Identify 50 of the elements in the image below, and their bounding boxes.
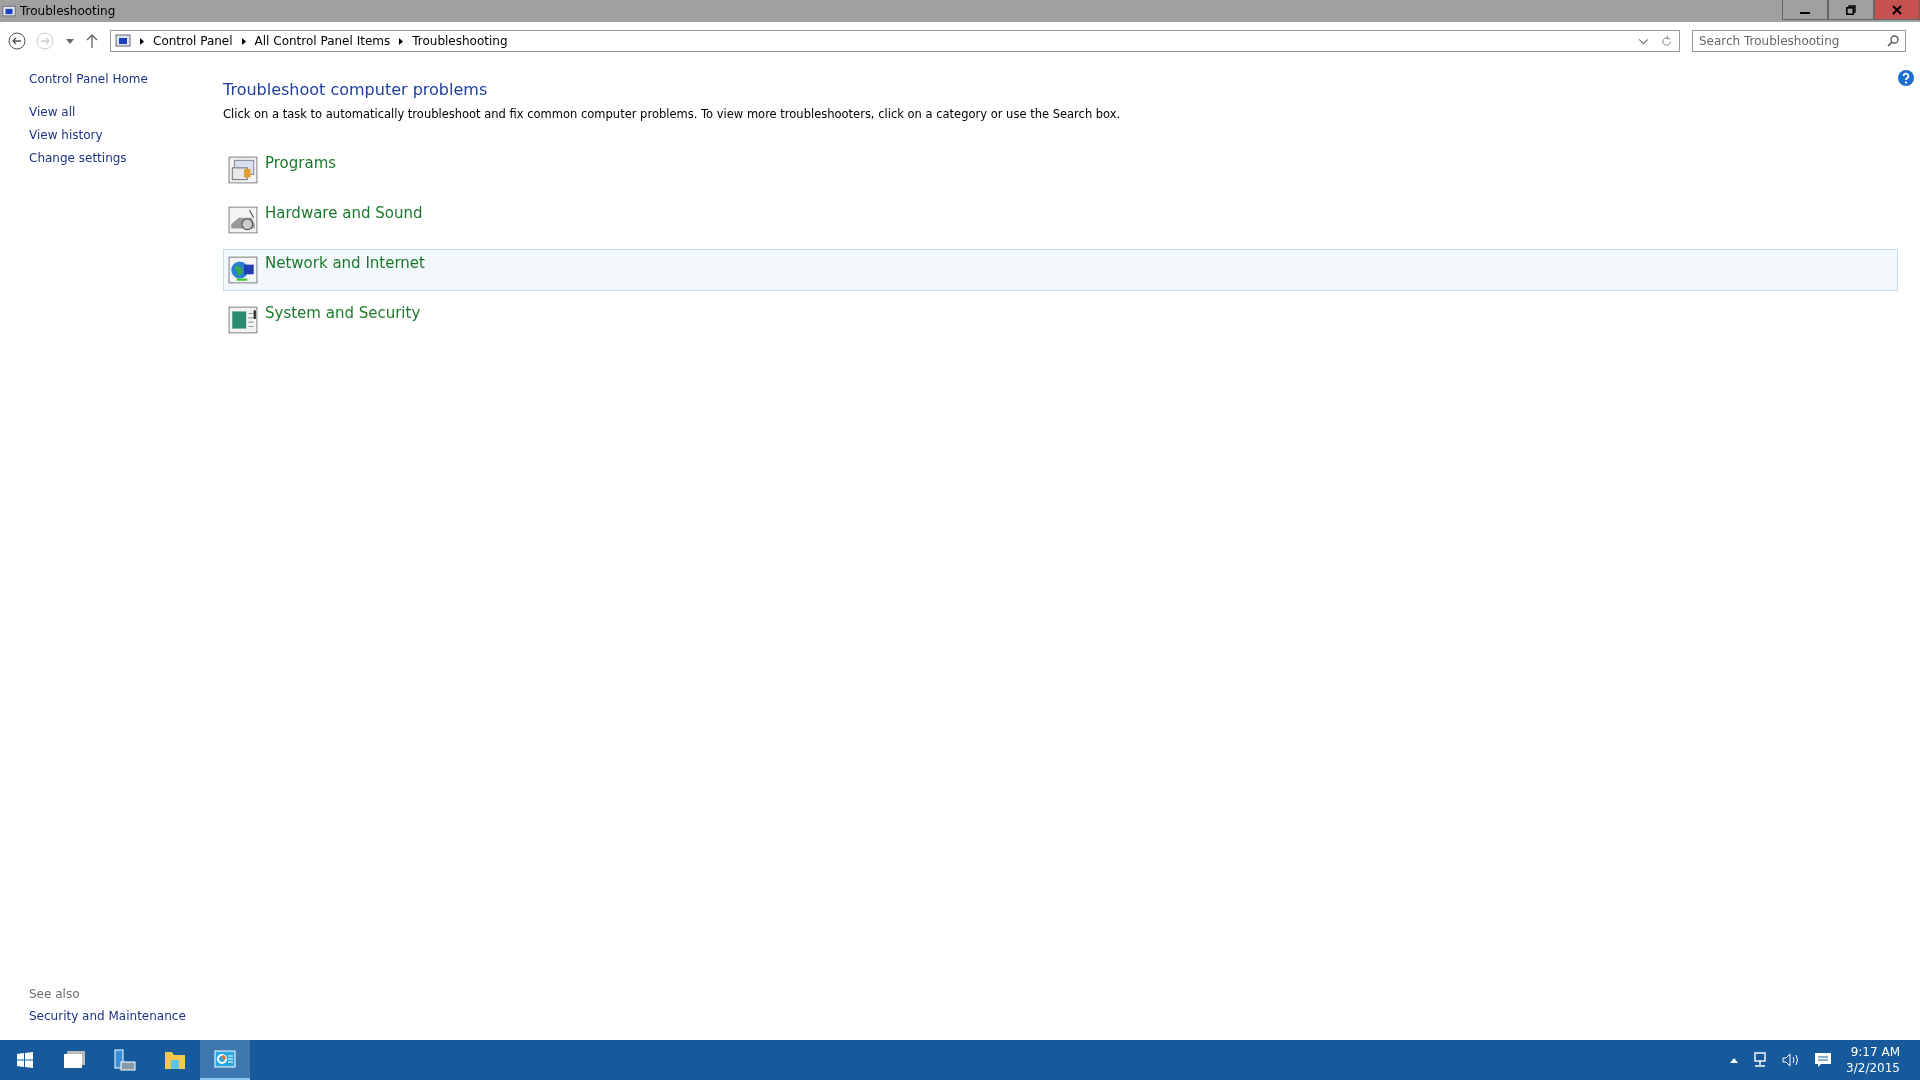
sidebar-link[interactable]: View all (29, 101, 193, 124)
category-item[interactable]: Hardware and Sound (223, 199, 1898, 241)
close-button[interactable] (1874, 0, 1920, 20)
refresh-icon[interactable] (1661, 35, 1672, 47)
notification-icon[interactable] (1814, 1052, 1833, 1068)
category-item[interactable]: System and Security (223, 299, 1898, 341)
control-panel-icon (213, 1048, 237, 1070)
server-icon (113, 1049, 137, 1071)
printer-icon (228, 206, 258, 234)
show-hidden-icons-icon[interactable] (1730, 1057, 1739, 1063)
control-panel-icon (115, 34, 131, 48)
search-icon[interactable] (1887, 35, 1899, 47)
sidebar-link[interactable]: Change settings (29, 147, 193, 170)
chevron-icon (399, 37, 404, 45)
breadcrumb[interactable]: Troubleshooting (412, 34, 508, 48)
up-arrow-icon (86, 34, 98, 48)
sidebar-link[interactable]: Control Panel Home (29, 68, 193, 91)
window-title: Troubleshooting (20, 4, 116, 18)
sidebar-link[interactable]: View history (29, 124, 193, 147)
address-bar[interactable]: Control Panel All Control Panel Items Troubleshooting (110, 30, 1680, 52)
clock-time[interactable]: 9:17 AM (1850, 1044, 1900, 1060)
page-heading: Troubleshoot computer problems (223, 80, 489, 99)
network-icon[interactable] (1752, 1052, 1769, 1068)
category-item[interactable]: Network and Internet (223, 249, 1898, 291)
clock-date[interactable]: 3/2/2015 (1846, 1060, 1900, 1076)
window-panel-icon (228, 306, 258, 334)
description: Click on a task to automatically troubleshoot and fix common computer problems. To view more troubleshooters, click on a category or use the Search box. (223, 107, 1122, 121)
help-icon[interactable] (1898, 70, 1914, 86)
window-icon (2, 4, 16, 18)
control-panel-button[interactable] (200, 1040, 250, 1080)
windows-stack-icon (63, 1049, 87, 1071)
search-field[interactable]: Search Troubleshooting (1692, 30, 1906, 52)
see-also-heading: See also (29, 987, 81, 1001)
restore-button[interactable] (1828, 0, 1874, 20)
close-icon (1892, 4, 1902, 15)
volume-icon[interactable] (1782, 1052, 1801, 1068)
program-window-icon (228, 156, 258, 184)
category-item[interactable]: Programs (223, 149, 1898, 191)
breadcrumb[interactable]: All Control Panel Items (254, 34, 391, 48)
see-also-link[interactable]: Security and Maintenance (29, 1005, 193, 1028)
chevron-icon (241, 37, 246, 45)
minimize-icon (1800, 11, 1810, 14)
chevron-icon (140, 37, 144, 45)
windows-icon (17, 1052, 33, 1068)
restore-icon (1846, 4, 1856, 15)
folder-icon (163, 1049, 187, 1071)
caret-icon (66, 38, 74, 44)
minimize-button[interactable] (1782, 0, 1828, 20)
globe-icon (228, 256, 258, 284)
breadcrumb[interactable]: Control Panel (153, 34, 233, 48)
